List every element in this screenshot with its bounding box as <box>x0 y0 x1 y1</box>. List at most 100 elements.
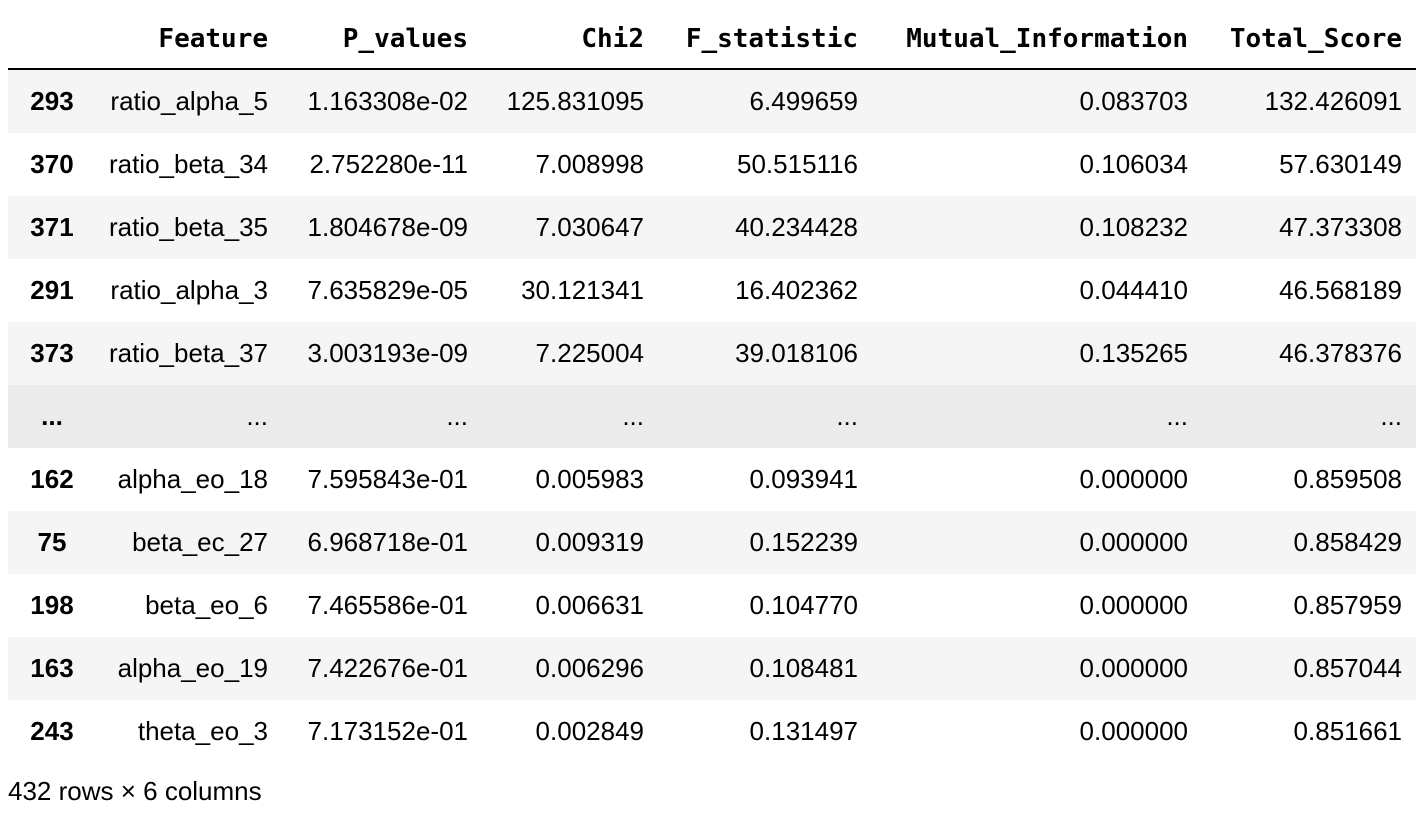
cell-feature: beta_eo_6 <box>145 590 268 620</box>
cell-f-statistic: 0.108481 <box>749 653 858 683</box>
row-index: 373 <box>30 338 74 368</box>
cell-mutual-information: 0.000000 <box>1079 653 1188 683</box>
cell-total-score: 0.857959 <box>1293 590 1402 620</box>
cell-chi2: 0.006631 <box>535 590 644 620</box>
cell-feature: alpha_eo_19 <box>117 653 268 683</box>
row-index: 163 <box>30 653 74 683</box>
table-body: 293 ratio_alpha_5 1.163308e-02 125.83109… <box>8 69 1416 763</box>
cell-p-values: 7.635829e-05 <box>307 275 468 305</box>
cell-chi2: 7.030647 <box>535 212 644 242</box>
cell-feature: beta_ec_27 <box>132 527 268 557</box>
row-index: 371 <box>30 212 74 242</box>
cell-f-statistic: 0.131497 <box>749 716 858 746</box>
cell-total-score: 0.851661 <box>1293 716 1402 746</box>
cell-p-values: 7.422676e-01 <box>307 653 468 683</box>
table-row: 291 ratio_alpha_3 7.635829e-05 30.121341… <box>8 259 1416 322</box>
table-row: 373 ratio_beta_37 3.003193e-09 7.225004 … <box>8 322 1416 385</box>
cell-p-values: 2.752280e-11 <box>309 149 468 179</box>
cell-total-score: 46.568189 <box>1279 275 1402 305</box>
cell-mutual-information: 0.000000 <box>1079 590 1188 620</box>
cell-p-values: 3.003193e-09 <box>307 338 468 368</box>
cell-total-score: 0.858429 <box>1293 527 1402 557</box>
cell-feature: ratio_alpha_5 <box>110 86 268 116</box>
cell-total-score: 132.426091 <box>1264 86 1402 116</box>
row-index: 75 <box>37 527 67 557</box>
cell-p-values: 7.465586e-01 <box>307 590 468 620</box>
cell-mutual-information: 0.106034 <box>1079 149 1188 179</box>
cell-feature: ratio_beta_35 <box>108 212 268 242</box>
cell-f-statistic: 6.499659 <box>749 86 858 116</box>
cell-chi2: 0.002849 <box>535 716 644 746</box>
cell-feature: ratio_beta_37 <box>108 338 268 368</box>
dataframe-table: Feature P_values Chi2 F_statistic Mutual… <box>8 10 1416 763</box>
cell-total-score: 46.378376 <box>1279 338 1402 368</box>
cell-mutual-information: 0.083703 <box>1079 86 1188 116</box>
cell-chi2: 0.006296 <box>535 653 644 683</box>
table-row: 198 beta_eo_6 7.465586e-01 0.006631 0.10… <box>8 574 1416 637</box>
table-row: 75 beta_ec_27 6.968718e-01 0.009319 0.15… <box>8 511 1416 574</box>
column-header-chi2: Chi2 <box>482 10 658 70</box>
index-column-header <box>8 10 82 70</box>
cell-chi2: 7.225004 <box>535 338 644 368</box>
row-index: 370 <box>30 149 74 179</box>
table-row: 163 alpha_eo_19 7.422676e-01 0.006296 0.… <box>8 637 1416 700</box>
cell-total-score: 0.859508 <box>1293 464 1402 494</box>
cell-p-values: 1.163308e-02 <box>307 86 468 116</box>
cell-feature: ... <box>246 401 268 431</box>
cell-mutual-information: 0.135265 <box>1079 338 1188 368</box>
dataframe-shape-summary: 432 rows × 6 columns <box>8 776 262 806</box>
cell-p-values: 1.804678e-09 <box>307 212 468 242</box>
column-header-mutual-information: Mutual_Information <box>872 10 1202 70</box>
table-header: Feature P_values Chi2 F_statistic Mutual… <box>8 10 1416 70</box>
row-index: ... <box>41 401 63 431</box>
row-index: 162 <box>30 464 74 494</box>
table-row: 243 theta_eo_3 7.173152e-01 0.002849 0.1… <box>8 700 1416 763</box>
row-index: 291 <box>30 275 74 305</box>
cell-f-statistic: 40.234428 <box>735 212 858 242</box>
table-row: 162 alpha_eo_18 7.595843e-01 0.005983 0.… <box>8 448 1416 511</box>
header-row: Feature P_values Chi2 F_statistic Mutual… <box>8 10 1416 70</box>
cell-f-statistic: 39.018106 <box>735 338 858 368</box>
column-header-p-values: P_values <box>282 10 482 70</box>
table-row: 293 ratio_alpha_5 1.163308e-02 125.83109… <box>8 69 1416 133</box>
cell-chi2: 125.831095 <box>506 86 644 116</box>
cell-chi2: 0.009319 <box>535 527 644 557</box>
column-header-feature: Feature <box>82 10 282 70</box>
cell-feature: ratio_alpha_3 <box>110 275 268 305</box>
cell-mutual-information: 0.000000 <box>1079 527 1188 557</box>
row-index: 243 <box>30 716 74 746</box>
cell-f-statistic: 0.152239 <box>749 527 858 557</box>
cell-chi2: ... <box>622 401 644 431</box>
row-index: 293 <box>30 86 74 116</box>
cell-p-values: 6.968718e-01 <box>307 527 468 557</box>
cell-mutual-information: 0.000000 <box>1079 464 1188 494</box>
cell-total-score: 47.373308 <box>1279 212 1402 242</box>
cell-f-statistic: 0.093941 <box>749 464 858 494</box>
cell-f-statistic: ... <box>836 401 858 431</box>
cell-chi2: 7.008998 <box>535 149 644 179</box>
cell-feature: ratio_beta_34 <box>108 149 268 179</box>
cell-p-values: 7.173152e-01 <box>307 716 468 746</box>
cell-mutual-information: 0.044410 <box>1079 275 1188 305</box>
table-row: 371 ratio_beta_35 1.804678e-09 7.030647 … <box>8 196 1416 259</box>
cell-feature: theta_eo_3 <box>137 716 268 746</box>
cell-mutual-information: 0.000000 <box>1079 716 1188 746</box>
cell-mutual-information: 0.108232 <box>1079 212 1188 242</box>
column-header-total-score: Total_Score <box>1202 10 1416 70</box>
cell-feature: alpha_eo_18 <box>117 464 268 494</box>
row-index: 198 <box>30 590 74 620</box>
cell-p-values: ... <box>446 401 468 431</box>
cell-total-score: 0.857044 <box>1293 653 1402 683</box>
column-header-f-statistic: F_statistic <box>658 10 872 70</box>
cell-f-statistic: 16.402362 <box>735 275 858 305</box>
cell-chi2: 0.005983 <box>535 464 644 494</box>
cell-chi2: 30.121341 <box>521 275 644 305</box>
cell-p-values: 7.595843e-01 <box>307 464 468 494</box>
ellipsis-row: ... ... ... ... ... ... ... <box>8 385 1416 448</box>
cell-total-score: 57.630149 <box>1279 149 1402 179</box>
cell-f-statistic: 0.104770 <box>749 590 858 620</box>
cell-total-score: ... <box>1380 401 1402 431</box>
cell-f-statistic: 50.515116 <box>737 149 858 179</box>
table-row: 370 ratio_beta_34 2.752280e-11 7.008998 … <box>8 133 1416 196</box>
cell-mutual-information: ... <box>1166 401 1188 431</box>
